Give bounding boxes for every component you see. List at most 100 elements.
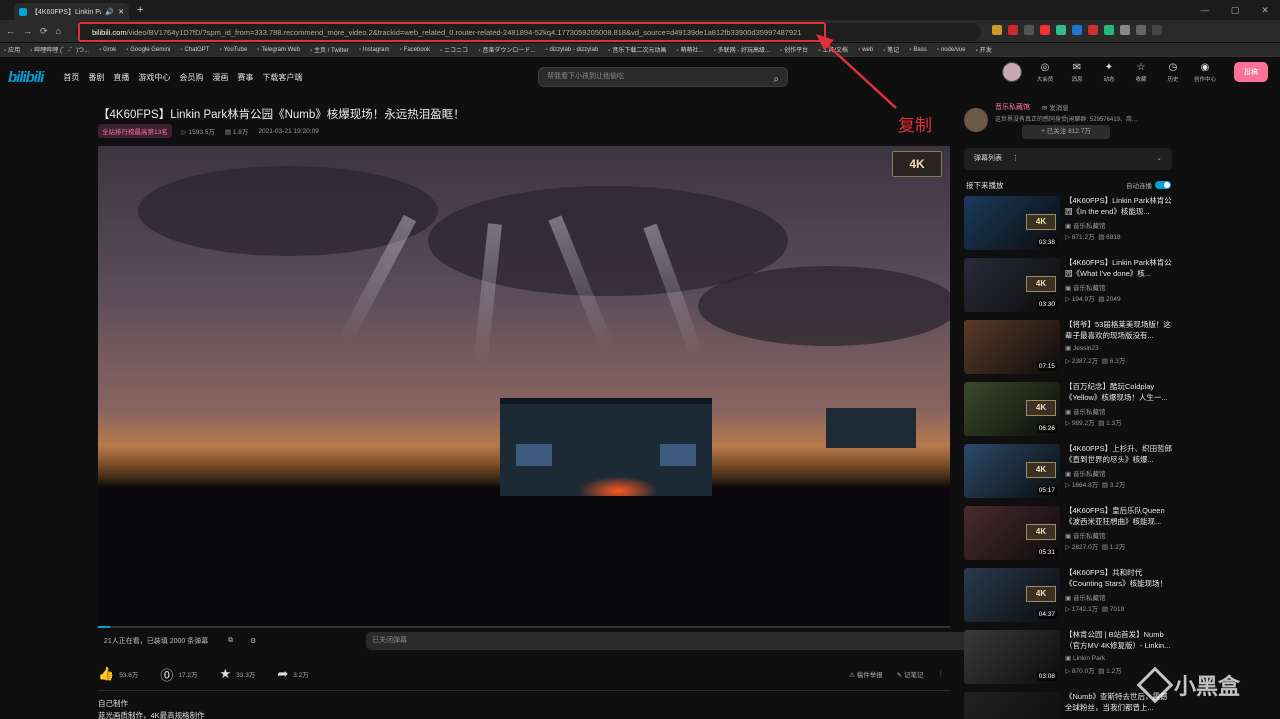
recommend-item[interactable]: 4K 05:17 【4K60FPS】上杉升、织田哲郎《直到世界的尽头》核爆... ▣ … [964,444,1174,498]
nav-item[interactable]: 下载客户端 [262,73,302,82]
recommend-thumbnail[interactable] [964,692,1060,719]
speaker-icon[interactable]: 🔊 [105,8,114,16]
recommend-item[interactable]: 07:15 【将爷】53届格莱美现场版！这辈子最喜欢的现场版没有... ▣ Jess… [964,320,1174,374]
autoplay-switch[interactable]: 自动连播 [1126,180,1171,190]
message-button[interactable]: ✉ 发消息 [1042,102,1069,112]
recommend-item[interactable]: 4K 03:30 【4K60FPS】Linkin Park林肯公园《What I'v… [964,258,1174,312]
note-button[interactable]: ✎ 记笔记 [897,669,924,679]
profile-icon[interactable] [1152,25,1162,35]
extension-icon[interactable] [1088,25,1098,35]
nav-item[interactable]: 番剧 [88,73,104,82]
recommend-item[interactable]: 4K 05:31 【4K60FPS】皇后乐队Queen《波西米亚狂想曲》核能现...… [964,506,1174,560]
bookmark-item[interactable]: dizzylab - dizzylab [545,47,598,53]
recommend-title[interactable]: 【林肯公园 | B站首发】Numb（官方MV 4K修复版）- Linkin... [1065,630,1173,651]
header-dynamic[interactable]: ✦ 动态 [1096,62,1122,83]
upload-button[interactable]: 投稿 [1234,62,1268,82]
bookmark-item[interactable]: 应用 [4,45,20,54]
download-icon[interactable] [1136,25,1146,35]
recommend-thumbnail[interactable]: 4K 03:38 [964,196,1060,250]
bookmark-item[interactable]: 哔哩哔哩 (゜-゜)つ... [30,45,89,54]
extension-icon[interactable] [1120,25,1130,35]
bookmark-item[interactable]: 开发 [976,45,992,54]
recommend-title[interactable]: 【4K60FPS】皇后乐队Queen《波西米亚狂想曲》核能现... [1065,506,1173,527]
danmaku-list-panel[interactable]: 弹幕列表 ⋮ ⌄ [964,148,1172,170]
bookmark-item[interactable]: Telegram Web [257,47,300,53]
maximize-icon[interactable]: ▢ [1220,0,1250,20]
bookmark-item[interactable]: 主页 / Twitter [310,45,349,54]
recommend-item[interactable]: 4K 04:37 【4K60FPS】共和时代《Counting Stars》核能现场… [964,568,1174,622]
new-tab-icon[interactable]: + [137,4,143,16]
progress-bar[interactable] [98,626,950,628]
share-button[interactable]: ➦ 3.2万 [277,666,308,682]
follow-button[interactable]: + 已关注 812.7万 [1022,125,1110,139]
avatar[interactable] [1002,62,1022,82]
nav-item[interactable]: 漫画 [212,73,228,82]
bookmark-item[interactable]: Facebook [400,47,430,53]
danmaku-input[interactable]: 已关闭弹幕 发送 [366,632,1042,650]
bookmark-item[interactable]: 音乐下载二次元动画 [608,45,666,54]
bilibili-logo[interactable]: bilibili [8,69,44,86]
recommend-thumbnail[interactable]: 4K 06:26 [964,382,1060,436]
search-input[interactable]: 帮我看下小孩到让他偷吃 ⌕ [538,67,788,87]
browser-tab[interactable]: 【4K60FPS】Linkin Park林 🔊 ✕ [14,3,129,20]
nav-item[interactable]: 赛事 [237,73,253,82]
header-message[interactable]: ✉ 消息 [1064,62,1090,83]
header-favorite[interactable]: ☆ 收藏 [1128,62,1154,83]
coin-button[interactable]: ⓪ 17.2万 [160,665,197,684]
nav-item[interactable]: 首页 [63,73,79,82]
home-icon[interactable]: ⌂ [56,26,61,36]
danmaku-settings-icon[interactable]: ⚙ [250,637,256,645]
bookmark-item[interactable]: Instagram [359,47,390,53]
bookmark-item[interactable]: node/vue [937,47,966,53]
bookmark-item[interactable]: ニコニコ [440,45,468,54]
recommend-thumbnail[interactable]: 4K 04:37 [964,568,1060,622]
chevron-down-icon[interactable]: ⌄ [1156,148,1162,170]
recommend-thumbnail[interactable]: 4K 03:30 [964,258,1060,312]
toggle-icon[interactable] [1155,181,1171,189]
bookmark-item[interactable]: Google Gemini [126,47,170,53]
report-button[interactable]: ⚠ 稿件举报 [849,669,883,679]
address-input[interactable]: bilibili.com/video/BV1764y1D7fD/?spm_id_… [78,22,826,42]
recommend-title[interactable]: 【4K60FPS】Linkin Park林肯公园《What I've done》… [1065,258,1173,279]
extension-icon[interactable] [992,25,1002,35]
recommend-title[interactable]: 【4K60FPS】共和时代《Counting Stars》核能现场！一... [1065,568,1173,590]
extension-icon[interactable] [1024,25,1034,35]
bookmark-item[interactable]: 多联网 - 好玩高级... [713,45,770,54]
recommend-title[interactable]: 【4K60FPS】Linkin Park林肯公园《In the end》核能现.… [1065,196,1173,217]
extension-icon[interactable] [1040,25,1050,35]
uploader-avatar[interactable] [964,108,988,132]
bookmark-item[interactable]: Grok [99,47,116,53]
more-icon[interactable]: ⋮ [938,669,945,679]
video-player[interactable]: 4K [98,146,950,628]
header-vip[interactable]: ◎ 大会员 [1032,62,1058,83]
bookmark-item[interactable]: 萌萌社... [676,45,703,54]
tab-close-icon[interactable]: ✕ [118,8,124,16]
bookmark-item[interactable]: Bass [909,47,926,53]
nav-item[interactable]: 游戏中心 [138,73,170,82]
recommend-thumbnail[interactable]: 03:08 [964,630,1060,684]
header-history[interactable]: ◷ 历史 [1160,62,1186,83]
search-icon[interactable]: ⌕ [773,71,779,89]
favorite-button[interactable]: ★ 33.3万 [220,666,256,682]
nav-item[interactable]: 会员购 [179,73,203,82]
recommend-thumbnail[interactable]: 4K 05:17 [964,444,1060,498]
minimize-icon[interactable]: — [1190,0,1220,20]
forward-icon[interactable]: → [23,26,32,36]
bookmark-item[interactable]: 创作平台 [780,45,808,54]
bookmark-item[interactable]: ChatGPT [180,47,209,53]
danmaku-toggle-icon[interactable]: ⧉ [228,637,233,645]
recommend-title[interactable]: 【4K60FPS】上杉升、织田哲郎《直到世界的尽头》核爆... [1065,444,1173,465]
bookmark-item[interactable]: 音楽ダウンロード... [478,45,535,54]
recommend-item[interactable]: 4K 06:26 【百万纪念】酷玩Coldplay《Yellow》核爆现场！人生一.… [964,382,1174,436]
nav-item[interactable]: 直播 [113,73,129,82]
like-button[interactable]: 👍 53.6万 [98,666,138,682]
recommend-item[interactable]: 4K 03:38 【4K60FPS】Linkin Park林肯公园《In the e… [964,196,1174,250]
extension-icon[interactable] [1008,25,1018,35]
rank-badge[interactable]: 全站排行榜最高第13名 [98,124,172,138]
back-icon[interactable]: ← [6,26,15,36]
recommend-title[interactable]: 【将爷】53届格莱美现场版！这辈子最喜欢的现场版没有... [1065,320,1173,341]
uploader-name[interactable]: 音乐私藏馆 [995,102,1030,112]
header-creator[interactable]: ◉ 创作中心 [1192,62,1218,83]
recommend-thumbnail[interactable]: 07:15 [964,320,1060,374]
close-window-icon[interactable]: ✕ [1250,0,1280,20]
